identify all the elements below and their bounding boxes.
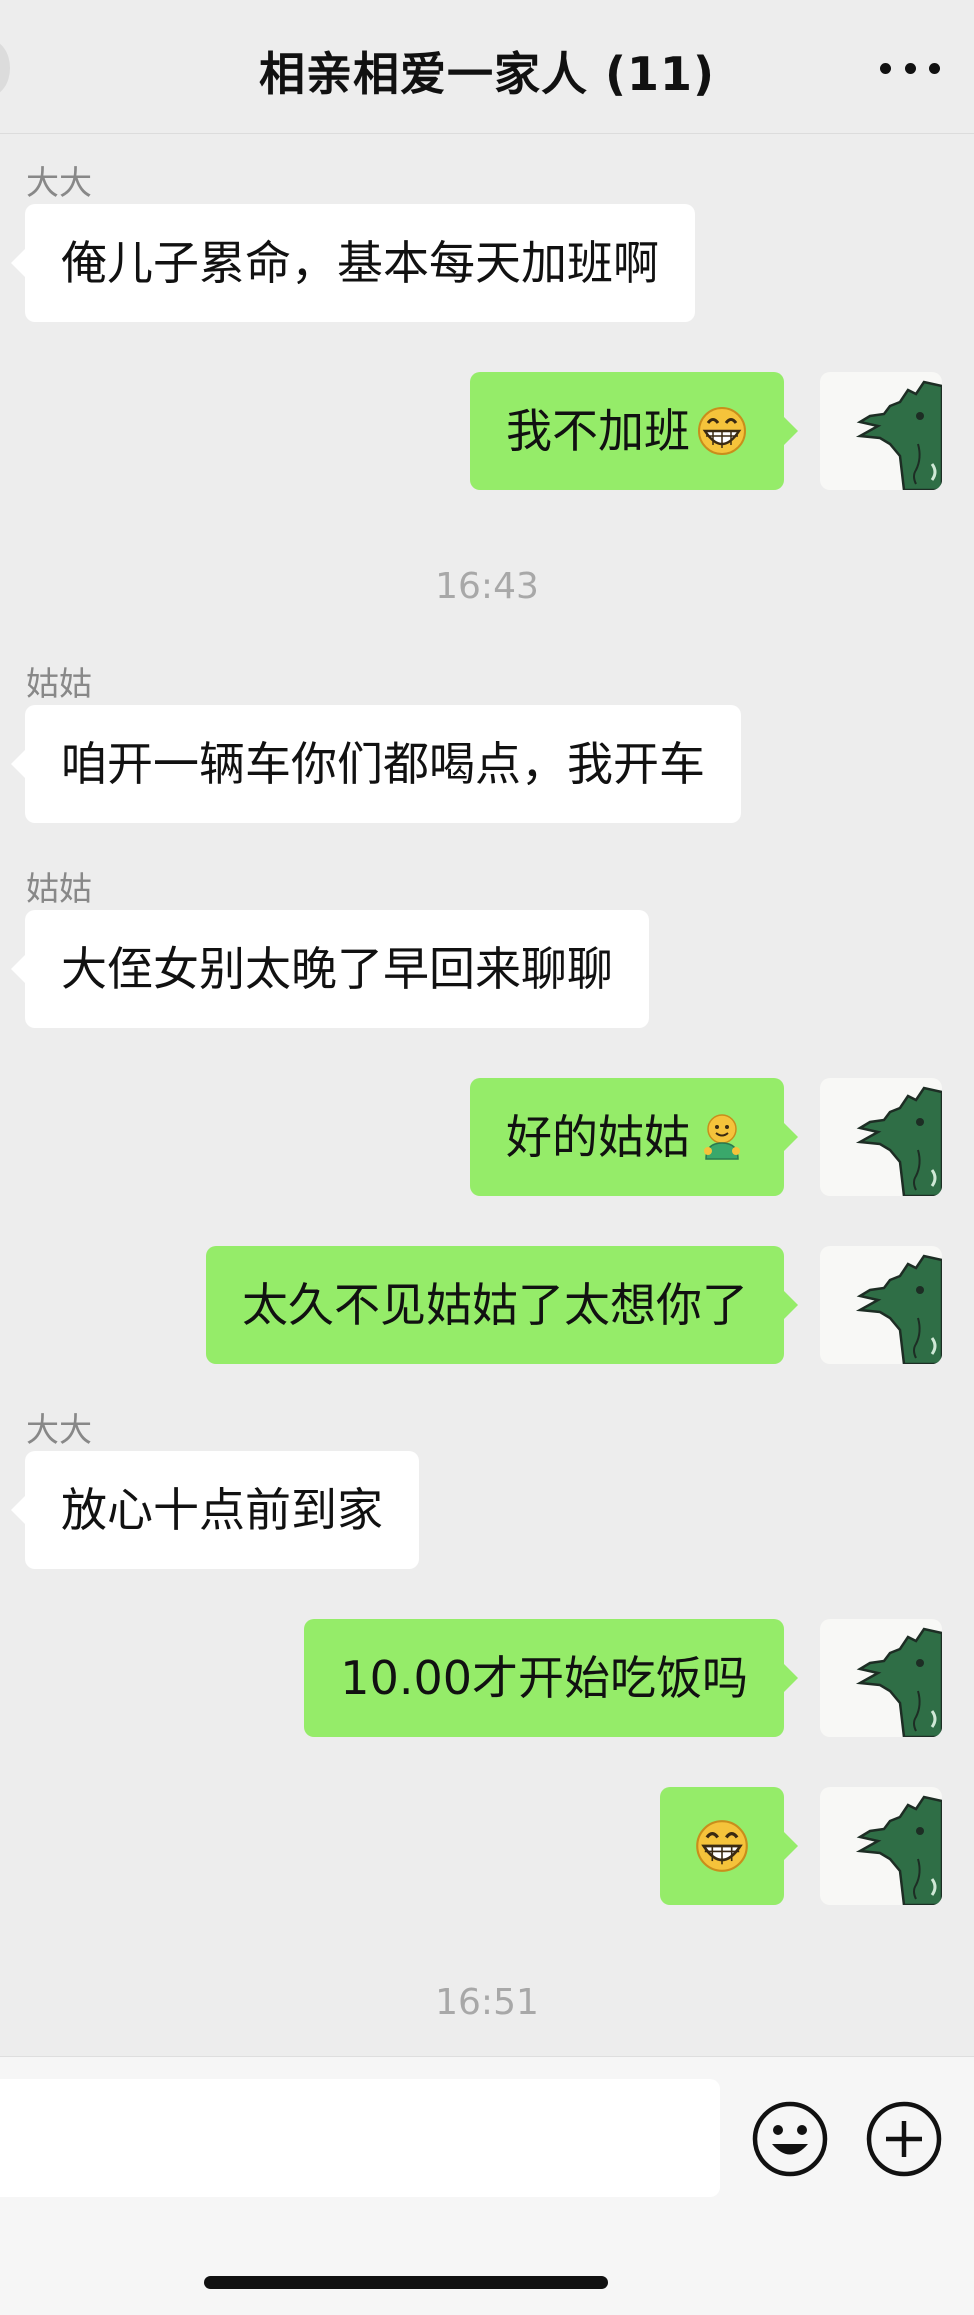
home-indicator xyxy=(204,2276,608,2289)
message-text: 我不加班 xyxy=(506,404,690,458)
sender-name: 大大 xyxy=(26,163,92,202)
avatar[interactable] xyxy=(820,372,942,490)
message-bubble-incoming[interactable]: 咱开一辆车你们都喝点，我开车 xyxy=(11,705,741,823)
message-text: 太久不见姑姑了太想你了 xyxy=(242,1278,748,1332)
chat-header: 相亲相爱一家人 (11) xyxy=(0,0,974,134)
message-text: 大侄女别太晚了早回来聊聊 xyxy=(61,942,613,996)
crocodile-avatar-icon xyxy=(855,1627,942,1737)
message-text: 放心十点前到家 xyxy=(61,1483,383,1537)
crocodile-avatar-icon xyxy=(855,380,942,490)
message-bubble-incoming[interactable]: 大侄女别太晚了早回来聊聊 xyxy=(11,910,649,1028)
sender-name: 姑姑 xyxy=(26,664,92,703)
grin-emoji-icon xyxy=(698,406,746,455)
message-text: 俺儿子累命，基本每天加班啊 xyxy=(61,236,659,290)
crocodile-avatar-icon xyxy=(855,1254,942,1364)
timestamp: 16:43 xyxy=(435,566,539,607)
chat-title: 相亲相爱一家人 (11) xyxy=(258,47,716,101)
grin-emoji-icon xyxy=(696,1819,748,1872)
message-bubble-outgoing[interactable]: 10.00才开始吃饭吗 xyxy=(304,1619,798,1737)
avatar[interactable] xyxy=(820,1078,942,1196)
avatar[interactable] xyxy=(820,1246,942,1364)
more-dots-icon[interactable] xyxy=(880,48,940,88)
message-bubble-incoming[interactable]: 放心十点前到家 xyxy=(11,1451,419,1569)
message-bubble-outgoing[interactable] xyxy=(660,1787,798,1905)
message-text: 好的姑姑 xyxy=(506,1110,690,1164)
avatar[interactable] xyxy=(820,1619,942,1737)
message-bubble-outgoing[interactable]: 好的姑姑 xyxy=(470,1078,798,1196)
timestamp: 16:51 xyxy=(435,1982,539,2023)
message-bubble-outgoing[interactable]: 太久不见姑姑了太想你了 xyxy=(206,1246,798,1364)
emoji-face-icon[interactable] xyxy=(750,2099,830,2179)
message-bubble-outgoing[interactable]: 我不加班 xyxy=(470,372,798,490)
sender-name: 姑姑 xyxy=(26,869,92,908)
message-bubble-incoming[interactable]: 俺儿子累命，基本每天加班啊 xyxy=(11,204,695,322)
crocodile-avatar-icon xyxy=(855,1795,942,1905)
message-input[interactable] xyxy=(0,2079,720,2197)
avatar[interactable] xyxy=(820,1787,942,1905)
plus-circle-icon[interactable] xyxy=(864,2099,944,2179)
crocodile-avatar-icon xyxy=(855,1086,942,1196)
message-text: 10.00才开始吃饭吗 xyxy=(340,1651,748,1705)
smile-emoji-icon xyxy=(704,1113,740,1160)
sender-name: 大大 xyxy=(26,1410,92,1449)
message-text: 咱开一辆车你们都喝点，我开车 xyxy=(61,737,705,791)
